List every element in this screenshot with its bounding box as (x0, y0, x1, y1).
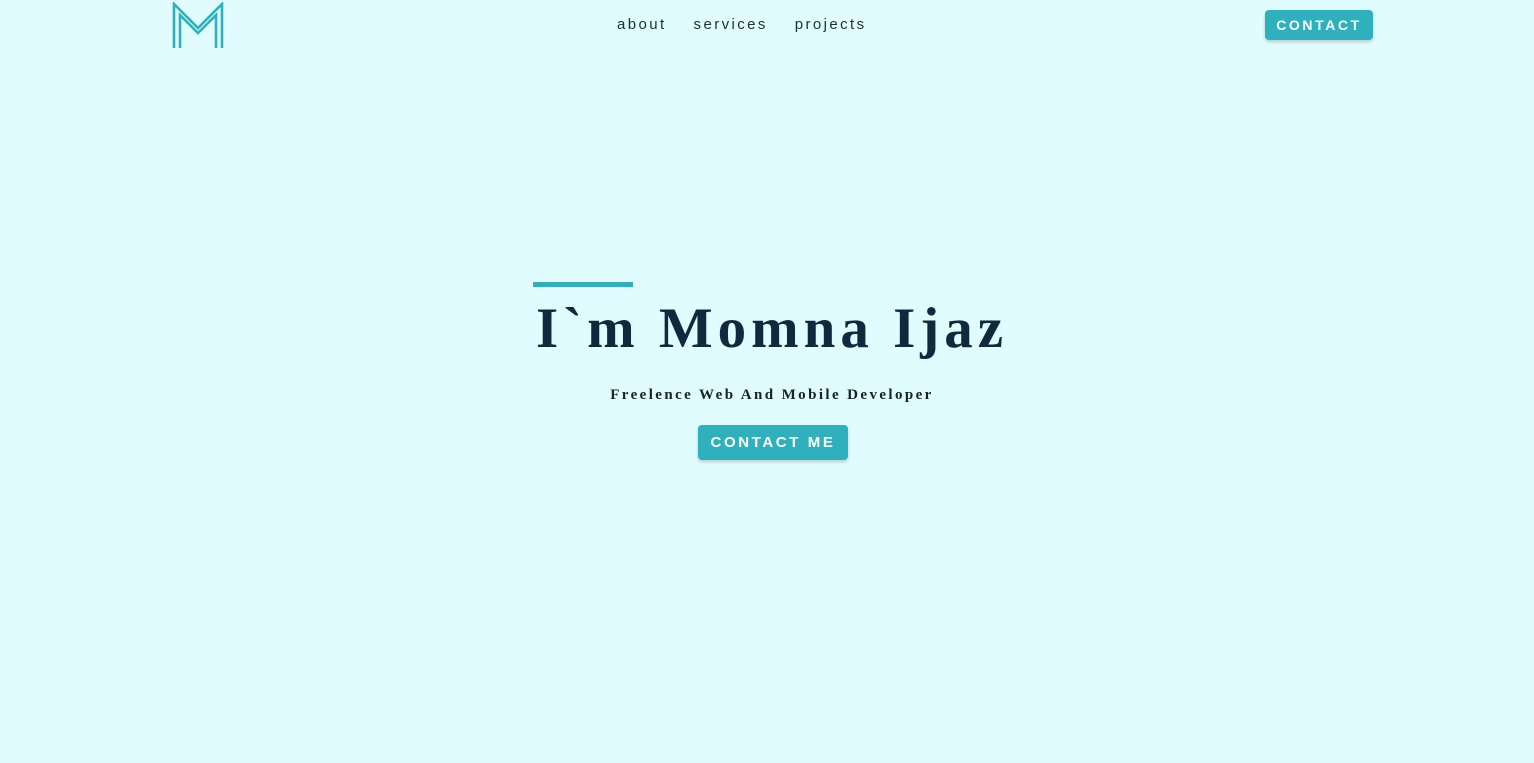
nav-link-projects[interactable]: projects (795, 16, 867, 33)
header-contact-button[interactable]: CONTACT (1265, 10, 1373, 40)
main-nav: about services projects (617, 16, 867, 33)
m-logo-icon[interactable] (171, 2, 225, 50)
hero-contact-button[interactable]: CONTACT ME (698, 425, 848, 460)
hero-title: I`m Momna Ijaz (535, 297, 1009, 360)
title-accent-bar (533, 282, 633, 287)
nav-link-about[interactable]: about (617, 16, 667, 33)
hero-subtitle: Freelence Web And Mobile Developer (610, 387, 934, 403)
nav-link-services[interactable]: services (694, 16, 768, 33)
